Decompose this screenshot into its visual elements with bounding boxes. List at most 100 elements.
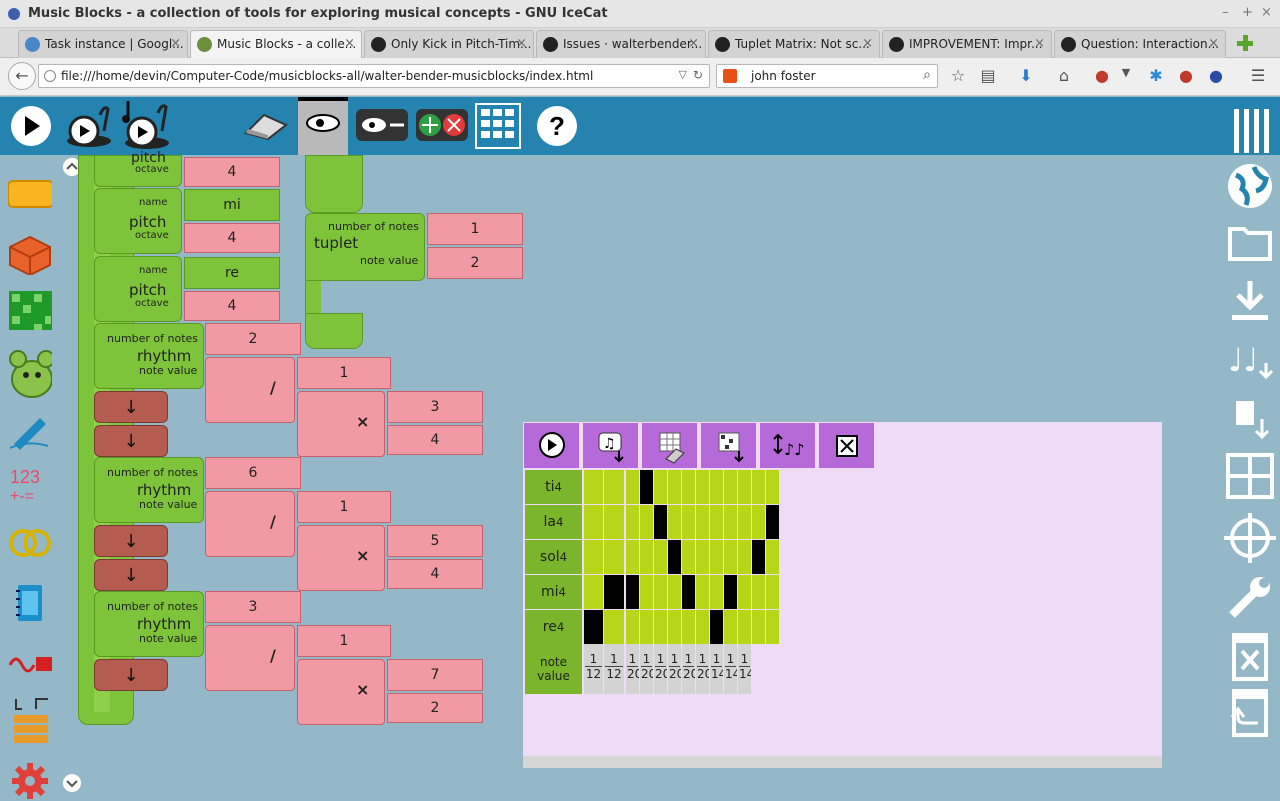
down-block[interactable]: ↓ [94, 425, 168, 457]
close-window-button[interactable]: × [1261, 5, 1272, 20]
divide-block[interactable]: / [205, 357, 295, 423]
matrix-cell[interactable] [626, 610, 639, 644]
matrix-cell[interactable] [682, 575, 695, 609]
rhythm-block-2[interactable]: number of notes rhythm note value [94, 457, 204, 523]
matrix-cell[interactable] [640, 575, 653, 609]
matrix-cell[interactable] [604, 610, 624, 644]
network-icon[interactable]: ✱ [1146, 66, 1166, 85]
tuplet-note-value[interactable]: 2 [427, 247, 523, 279]
search-bar[interactable]: john foster ⌕ [716, 64, 938, 88]
matrix-cell[interactable] [654, 505, 667, 539]
matrix-cell[interactable] [584, 540, 603, 574]
save-file-icon[interactable] [1224, 395, 1276, 445]
matrix-cell[interactable] [752, 470, 765, 504]
reading-list-icon[interactable]: ▤ [978, 66, 998, 85]
s-addon-icon[interactable]: ● [1206, 66, 1226, 85]
matrix-cell[interactable] [752, 505, 765, 539]
tab-close-icon[interactable]: × [170, 36, 181, 51]
matrix-cell[interactable] [668, 470, 681, 504]
matrix-cell[interactable] [668, 610, 681, 644]
play-icon[interactable] [10, 105, 52, 147]
note-name-value[interactable]: re [184, 257, 280, 289]
matrix-cell[interactable] [724, 540, 737, 574]
tuplet-block[interactable]: number of notes tuplet note value [305, 213, 425, 281]
flow-palette-icon[interactable] [8, 695, 52, 747]
reload-icon[interactable]: ↻ [693, 68, 703, 82]
note-name-value[interactable]: mi [184, 189, 280, 221]
multiply-a-value[interactable]: 3 [387, 391, 483, 423]
matrix-cell[interactable] [696, 540, 709, 574]
down-block[interactable]: ↓ [94, 559, 168, 591]
matrix-play-button[interactable] [524, 423, 581, 468]
restore-icon[interactable] [1224, 687, 1276, 737]
matrix-cell[interactable] [710, 540, 723, 574]
matrix-cell[interactable] [668, 540, 681, 574]
matrix-cell[interactable] [654, 470, 667, 504]
matrix-close-button[interactable] [819, 423, 876, 468]
eraser-icon[interactable] [242, 111, 290, 141]
tab-close-icon[interactable]: × [1034, 36, 1045, 51]
matrix-cell[interactable] [584, 505, 603, 539]
octave-value[interactable]: 4 [184, 291, 280, 321]
pitch-block-mi[interactable]: name pitch octave [94, 188, 182, 254]
minimize-button[interactable]: – [1222, 5, 1229, 20]
numerator-value[interactable]: 1 [297, 625, 391, 657]
grid-view-icon[interactable] [474, 102, 522, 150]
matrix-cell[interactable] [584, 575, 603, 609]
down-block[interactable]: ↓ [94, 525, 168, 557]
matrix-cell[interactable] [696, 505, 709, 539]
mouse-palette-icon[interactable] [8, 345, 52, 401]
rhythm-block-3[interactable]: number of notes rhythm note value [94, 591, 204, 657]
matrix-cell[interactable] [640, 540, 653, 574]
matrix-cell[interactable] [710, 610, 723, 644]
matrix-cell[interactable] [640, 610, 653, 644]
matrix-cell[interactable] [682, 470, 695, 504]
number-of-notes-value[interactable]: 3 [205, 591, 301, 623]
collapse-palette-icon[interactable] [1224, 105, 1276, 155]
multiply-b-value[interactable]: 4 [387, 425, 483, 455]
matrix-cell[interactable] [682, 610, 695, 644]
number-palette-icon[interactable]: 123+-= [8, 465, 52, 505]
tab-close-icon[interactable]: × [516, 36, 527, 51]
settings-gear-icon[interactable] [8, 761, 52, 801]
save-download-icon[interactable] [1224, 277, 1276, 327]
matrix-cell[interactable] [682, 505, 695, 539]
matrix-cell[interactable] [640, 470, 653, 504]
multiply-block[interactable]: × [297, 525, 385, 591]
new-tab-plus-icon[interactable] [1236, 34, 1254, 52]
save-music-icon[interactable]: ♩♩ [1224, 333, 1276, 383]
pitch-block-top[interactable]: pitch octave [94, 150, 182, 187]
globe-icon[interactable] [1224, 161, 1276, 211]
matrix-palette-icon[interactable] [8, 290, 52, 330]
tab-close-icon[interactable]: × [688, 36, 699, 51]
tab-question[interactable]: Question: Interaction... × [1054, 30, 1226, 58]
tab-close-icon[interactable]: × [1208, 36, 1219, 51]
matrix-cell[interactable] [654, 610, 667, 644]
matrix-cell[interactable] [766, 470, 779, 504]
pitch-palette-icon[interactable] [8, 235, 52, 275]
matrix-cell[interactable] [724, 470, 737, 504]
matrix-cell[interactable] [738, 610, 751, 644]
matrix-cell[interactable] [738, 540, 751, 574]
spy-icon[interactable]: ● [1092, 66, 1112, 85]
matrix-cell[interactable] [604, 505, 624, 539]
crosshair-icon[interactable] [1224, 513, 1276, 563]
matrix-cell[interactable] [640, 505, 653, 539]
matrix-cell[interactable] [710, 505, 723, 539]
octave-value[interactable]: 4 [184, 157, 280, 187]
matrix-sort-button[interactable]: ♪♪ [760, 423, 817, 468]
matrix-cell[interactable] [752, 540, 765, 574]
help-icon[interactable]: ? [536, 105, 578, 147]
matrix-cell[interactable] [654, 540, 667, 574]
open-folder-icon[interactable] [1224, 217, 1276, 267]
matrix-cell[interactable] [710, 575, 723, 609]
menu-icon[interactable]: ☰ [1248, 66, 1268, 85]
home-icon[interactable]: ⌂ [1054, 66, 1074, 85]
back-button[interactable]: ← [8, 62, 36, 90]
tab-issues[interactable]: Issues · walterbender... × [536, 30, 706, 58]
rhythm-palette-icon[interactable] [8, 175, 52, 215]
download-icon[interactable]: ⬇ [1016, 66, 1036, 85]
tab-close-icon[interactable]: × [862, 36, 873, 51]
matrix-cell[interactable] [668, 505, 681, 539]
multiply-b-value[interactable]: 4 [387, 559, 483, 589]
